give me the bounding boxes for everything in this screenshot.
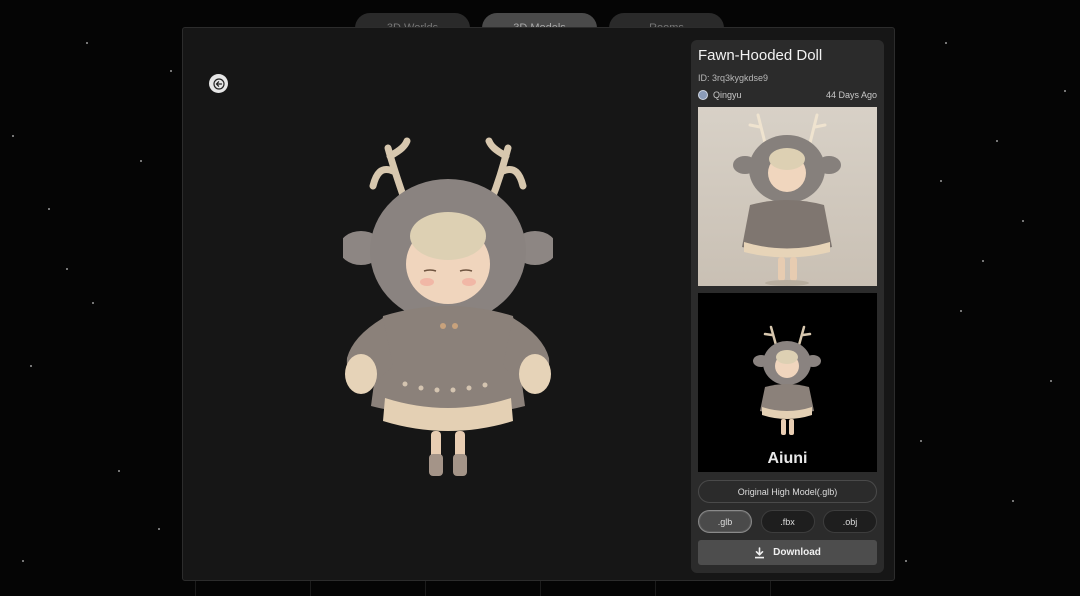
model-info-panel: Fawn-Hooded Doll ID: 3rq3kygkdse9 Qingyu… — [691, 40, 884, 573]
model-3d-viewer[interactable] — [343, 136, 553, 481]
watermark-logo: Aiuni — [767, 450, 808, 467]
model-id: ID: 3rq3kygkdse9 — [698, 73, 769, 83]
avatar-icon — [698, 90, 708, 100]
created-age: 44 Days Ago — [825, 90, 877, 100]
author[interactable]: Qingyu — [698, 90, 742, 100]
render-figure — [753, 325, 821, 435]
back-button[interactable] — [209, 74, 228, 93]
original-model-button[interactable]: Original High Model(.glb) — [698, 480, 877, 503]
download-button[interactable]: Download — [698, 540, 877, 565]
download-label: Download — [773, 547, 821, 558]
model-detail-modal: Fawn-Hooded Doll ID: 3rq3kygkdse9 Qingyu… — [182, 27, 895, 581]
author-name: Qingyu — [713, 90, 742, 100]
model-meta: Qingyu 44 Days Ago — [698, 90, 877, 100]
download-icon — [755, 546, 765, 558]
format-fbx-button[interactable]: .fbx — [760, 510, 815, 533]
reference-image[interactable] — [698, 107, 877, 286]
arrow-left-icon — [212, 77, 225, 90]
format-selector: .glb .fbx .obj — [698, 510, 877, 533]
format-obj-button[interactable]: .obj — [823, 510, 877, 533]
format-glb-button[interactable]: .glb — [698, 510, 752, 533]
reference-figure — [733, 113, 841, 286]
render-preview-image[interactable]: Aiuni — [698, 293, 877, 472]
model-title: Fawn-Hooded Doll — [698, 47, 823, 64]
